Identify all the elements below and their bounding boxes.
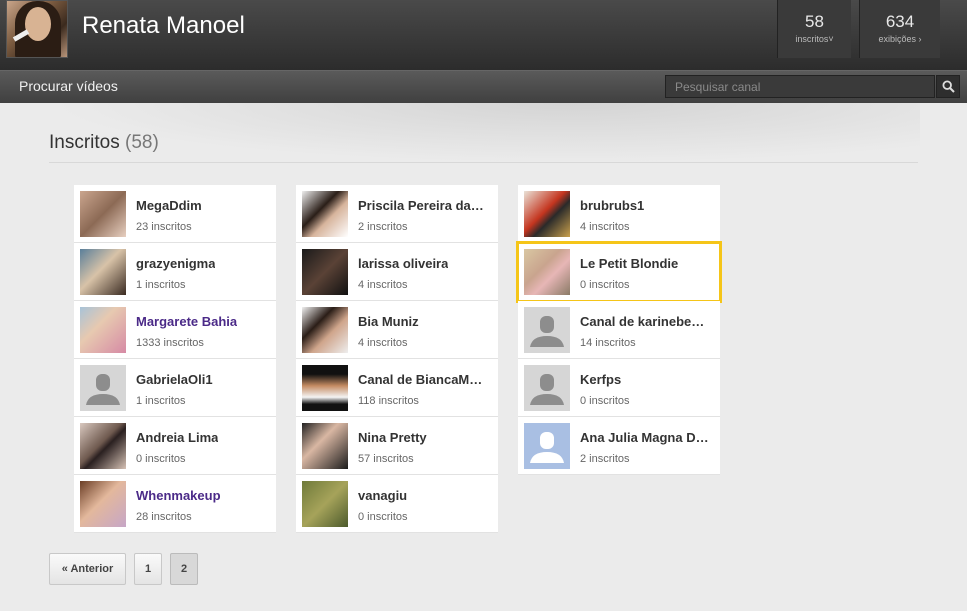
subscriber-avatar[interactable] [302,365,348,411]
subscriber-avatar[interactable] [524,191,570,237]
subscriber-count: 0 inscritos [136,453,186,465]
default-avatar-icon[interactable] [524,423,570,469]
subscriber-column-1: MegaDdim 23 inscritos grazyenigma 1 inscrit… [74,185,276,533]
subscriber-column-2: Priscila Pereira da… 2 inscritos larissa o… [296,185,498,533]
page-title: Inscritos (58) [49,132,159,154]
subscriber-avatar[interactable] [302,307,348,353]
subscriber-card[interactable]: Canal de karinebe… 14 inscritos [518,301,720,359]
subscriber-avatar[interactable] [524,249,570,295]
subscriber-count: 0 inscritos [580,279,630,291]
subscriber-card[interactable]: Ana Julia Magna D… 2 inscritos [518,417,720,475]
subscriber-avatar[interactable] [80,423,126,469]
channel-avatar[interactable] [6,0,68,58]
previous-page-button[interactable]: « Anterior [49,553,126,585]
subscriber-avatar[interactable] [302,423,348,469]
subscriber-card[interactable]: Andreia Lima 0 inscritos [74,417,276,475]
subscriber-card[interactable]: Whenmakeup 28 inscritos [74,475,276,533]
subscriber-card[interactable]: brubrubs1 4 inscritos [518,185,720,243]
subscriber-avatar[interactable] [302,249,348,295]
subscriber-count: 23 inscritos [136,221,192,233]
subscribers-label: inscritos [795,34,829,44]
default-avatar-icon[interactable] [524,365,570,411]
subscriber-card[interactable]: Canal de BiancaM… 118 inscritos [296,359,498,417]
search-button[interactable] [936,75,960,98]
subscriber-name[interactable]: GabrielaOli1 [136,372,213,387]
chevron-right-icon: › [918,34,922,44]
subscriber-name[interactable]: Margarete Bahia [136,314,237,329]
subscriber-name[interactable]: grazyenigma [136,256,215,271]
subscriber-count: 14 inscritos [580,337,636,349]
subscriber-count: 2 inscritos [358,221,408,233]
page-title-count: (58) [125,132,159,153]
subscriber-card[interactable]: Le Petit Blondie 0 inscritos [516,241,722,303]
views-label: exibições [878,34,916,44]
subscriber-count: 4 inscritos [358,279,408,291]
subscriber-count: 2 inscritos [580,453,630,465]
subscriber-card[interactable]: Kerfps 0 inscritos [518,359,720,417]
channel-name[interactable]: Renata Manoel [82,12,245,40]
subscriber-name[interactable]: Canal de BiancaM… [358,372,482,387]
subscriber-count: 0 inscritos [580,395,630,407]
page-title-text: Inscritos [49,132,120,153]
subscriber-count: 0 inscritos [358,511,408,523]
subscriber-name[interactable]: vanagiu [358,488,407,503]
default-avatar-icon[interactable] [80,365,126,411]
subscriber-count: 28 inscritos [136,511,192,523]
views-stat[interactable]: 634 exibições › [859,0,940,58]
subscriber-name[interactable]: larissa oliveira [358,256,448,271]
subscriber-avatar[interactable] [302,481,348,527]
divider [49,162,918,163]
subscriber-name[interactable]: Le Petit Blondie [580,256,678,271]
chevron-down-icon: ˅ [828,34,834,44]
views-count: 634 [885,12,915,31]
subscriber-avatar[interactable] [80,307,126,353]
search-icon [942,80,955,93]
subscriber-name[interactable]: Nina Pretty [358,430,427,445]
subscriber-count: 4 inscritos [580,221,630,233]
page-1-button[interactable]: 1 [134,553,162,585]
subscriber-card[interactable]: Margarete Bahia 1333 inscritos [74,301,276,359]
subscriber-card[interactable]: Bia Muniz 4 inscritos [296,301,498,359]
subscriber-name[interactable]: Canal de karinebe… [580,314,704,329]
subscriber-name[interactable]: Priscila Pereira da… [358,198,484,213]
subscriber-card[interactable]: grazyenigma 1 inscritos [74,243,276,301]
subscriber-count: 4 inscritos [358,337,408,349]
subscriber-avatar[interactable] [80,191,126,237]
subscriber-column-3: brubrubs1 4 inscritos Le Petit Blondie 0 in… [516,185,722,475]
subscriber-name[interactable]: MegaDdim [136,198,202,213]
subscriber-count: 1333 inscritos [136,337,204,349]
subscriber-card[interactable]: MegaDdim 23 inscritos [74,185,276,243]
subscriber-avatar[interactable] [80,249,126,295]
subscriber-name[interactable]: Kerfps [580,372,621,387]
subscriber-card[interactable]: vanagiu 0 inscritos [296,475,498,533]
subscriber-name[interactable]: Andreia Lima [136,430,218,445]
subscriber-name[interactable]: Bia Muniz [358,314,419,329]
subscribers-page: Inscritos (58) MegaDdim 23 inscritos grazy… [0,103,967,611]
channel-nav: Procurar vídeos [0,70,967,103]
browse-videos-link[interactable]: Procurar vídeos [19,78,118,94]
subscriber-card[interactable]: GabrielaOli1 1 inscritos [74,359,276,417]
default-avatar-icon[interactable] [524,307,570,353]
subscriber-card[interactable]: Priscila Pereira da… 2 inscritos [296,185,498,243]
subscriber-count: 57 inscritos [358,453,414,465]
channel-header: Renata Manoel 58 inscritos˅ 634 exibiçõe… [0,0,967,70]
subscriber-card[interactable]: larissa oliveira 4 inscritos [296,243,498,301]
subscriber-avatar[interactable] [80,481,126,527]
subscriber-count: 118 inscritos [358,395,419,407]
subscribers-count: 58 [805,12,824,31]
subscriber-count: 1 inscritos [136,395,186,407]
page-2-button[interactable]: 2 [170,553,198,585]
subscriber-name[interactable]: Ana Julia Magna D… [580,430,709,445]
subscriber-card[interactable]: Nina Pretty 57 inscritos [296,417,498,475]
subscribers-stat[interactable]: 58 inscritos˅ [777,0,851,58]
channel-search-input[interactable] [665,75,935,98]
subscriber-avatar[interactable] [302,191,348,237]
subscriber-name[interactable]: brubrubs1 [580,198,644,213]
subscriber-count: 1 inscritos [136,279,186,291]
subscriber-name[interactable]: Whenmakeup [136,488,221,503]
